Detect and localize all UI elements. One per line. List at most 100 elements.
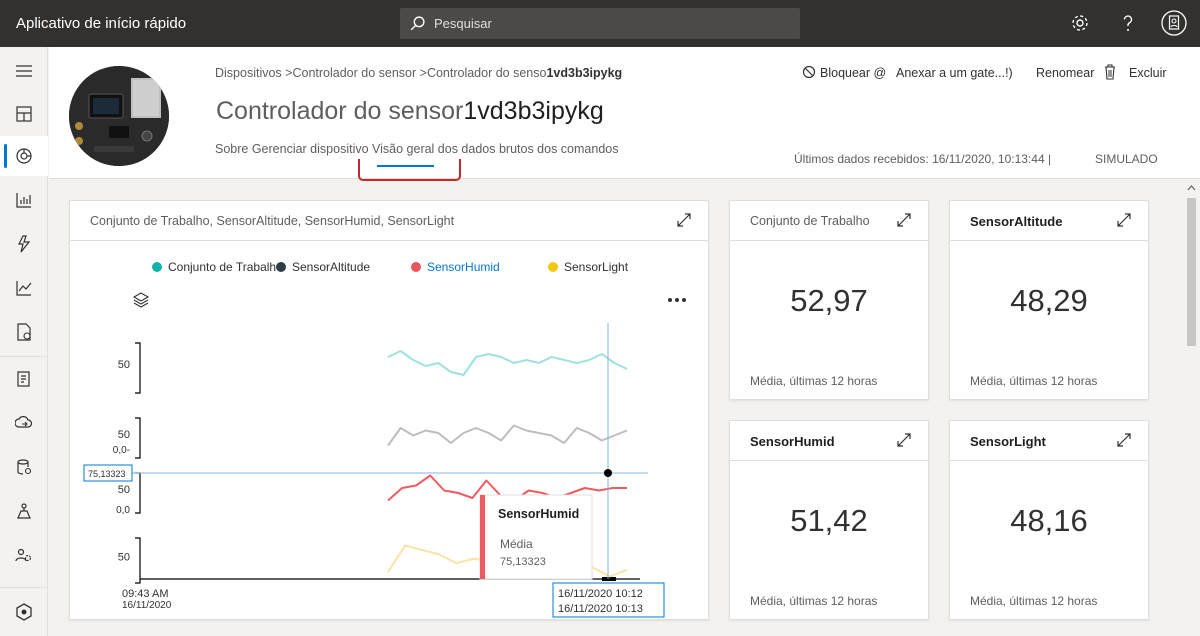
file-upload-icon — [17, 459, 32, 475]
expand-icon[interactable] — [896, 212, 912, 228]
device-groups-icon — [16, 193, 31, 208]
delete-label: Excluir — [1129, 66, 1167, 80]
series-line-0 — [387, 350, 628, 376]
page-title-id: 1vd3b3ipykg — [463, 97, 604, 125]
trash-icon — [1105, 64, 1115, 80]
nav-data-export[interactable] — [0, 403, 48, 443]
expand-icon[interactable] — [1116, 212, 1132, 228]
account-icon[interactable] — [1161, 9, 1187, 37]
nav-device-templates[interactable] — [0, 359, 48, 399]
y-tick-label: 50 — [118, 359, 130, 371]
nav-permissions[interactable] — [0, 491, 48, 531]
layers-icon[interactable] — [132, 291, 150, 309]
nav-iot-central[interactable] — [0, 592, 48, 632]
tooltip-title: SensorHumid — [498, 507, 579, 521]
x-start-date: 16/11/2020 — [122, 600, 172, 611]
kpi-title: SensorHumid — [750, 434, 835, 449]
breadcrumb-device-prefix: Controlador do senso — [426, 66, 547, 80]
search-box[interactable]: Pesquisar — [400, 8, 800, 39]
legend-item-3[interactable]: SensorLight — [548, 260, 628, 274]
menu-toggle[interactable] — [0, 51, 48, 91]
kpi-title: SensorLight — [970, 434, 1046, 449]
kpi-tile-sensor-altitude: SensorAltitude 48,29 Média, últimas 12 h… — [949, 200, 1149, 400]
kpi-tile-working-set: Conjunto de Trabalho 52,97 Média, última… — [729, 200, 929, 400]
nav-administration[interactable] — [0, 535, 48, 575]
nav-file-upload[interactable] — [0, 447, 48, 487]
block-button[interactable]: Bloquear @ — [802, 65, 887, 80]
kpi-subtitle: Média, últimas 12 horas — [750, 594, 878, 608]
delete-button[interactable]: Excluir — [1105, 64, 1167, 80]
nav-devices[interactable] — [0, 136, 48, 176]
device-image — [69, 66, 169, 166]
y-tick-label: 50 — [118, 429, 130, 441]
block-label: Bloquear @ — [820, 66, 887, 80]
time-range-start: 16/11/2020 10:12 — [558, 588, 643, 600]
data-export-icon — [15, 416, 33, 428]
kpi-subtitle: Média, últimas 12 horas — [750, 374, 878, 388]
simulated-badge: SIMULADO — [1095, 152, 1158, 166]
kpi-tile-sensor-humid: SensorHumid 51,42 Média, últimas 12 hora… — [729, 420, 929, 620]
help-icon[interactable] — [1116, 11, 1140, 35]
device-templates-icon — [17, 371, 30, 387]
attach-gateway-button[interactable]: Anexar a um gate...!) — [896, 66, 1013, 80]
kpi-subtitle: Média, últimas 12 horas — [970, 374, 1098, 388]
menu-icon — [16, 65, 32, 77]
legend-item-1[interactable]: SensorAltitude — [276, 260, 370, 274]
y-axis-2 — [135, 472, 141, 514]
y-axis-3 — [135, 537, 141, 584]
breadcrumb-device-id: 1vd3b3ipykg — [546, 66, 623, 80]
search-input[interactable]: Pesquisar — [434, 16, 492, 31]
vertical-scrollbar[interactable] — [1183, 180, 1200, 636]
app-title[interactable]: Aplicativo de início rápido — [16, 15, 186, 32]
expand-icon[interactable] — [896, 432, 912, 448]
nav-jobs[interactable] — [0, 312, 48, 352]
y-tick-label: 0,0- — [113, 445, 130, 456]
scroll-up-icon[interactable] — [1187, 184, 1196, 192]
time-range-end: 16/11/2020 10:13 — [558, 603, 643, 615]
devices-icon — [16, 148, 32, 164]
device-header: Dispositivos >Controlador do sensor >Con… — [49, 47, 1200, 181]
x-axis-brush — [602, 577, 616, 581]
y-tick-label: 50 — [118, 552, 130, 564]
tooltip-value: 75,13323 — [500, 556, 546, 568]
cursor-point — [604, 469, 612, 477]
kpi-value: 48,16 — [1010, 503, 1088, 538]
breadcrumb-template[interactable]: Controlador do sensor > — [292, 66, 426, 80]
administration-icon — [15, 548, 32, 562]
chart-tile: Conjunto de Trabalho, SensorAltitude, Se… — [69, 200, 709, 620]
more-options-icon[interactable] — [667, 297, 687, 303]
y-tick-label: 0,0 — [116, 505, 130, 516]
y-axis-0 — [135, 342, 141, 394]
rules-icon — [18, 235, 31, 253]
rename-button[interactable]: Renomear — [1036, 66, 1094, 80]
cursor-value-label: 75,13323 — [88, 469, 126, 479]
expand-icon[interactable] — [676, 212, 692, 228]
page-title: Controlador do sensor1vd3b3ipykg — [216, 97, 604, 126]
x-start-time: 09:43 AM — [122, 588, 168, 600]
analytics-icon — [16, 281, 32, 296]
legend-item-2[interactable]: SensorHumid — [411, 260, 500, 274]
scrollbar-thumb[interactable] — [1187, 198, 1196, 346]
nav-dashboard[interactable] — [0, 94, 48, 134]
y-tick-label: 50 — [118, 484, 130, 496]
settings-icon[interactable] — [1068, 11, 1092, 35]
top-bar: Aplicativo de início rápido Pesquisar — [0, 0, 1200, 47]
device-tabs[interactable]: Sobre Gerenciar dispositivo Visão geral … — [215, 142, 618, 156]
block-icon — [802, 65, 816, 79]
breadcrumb-devices[interactable]: Dispositivos > — [215, 66, 292, 80]
y-axis-1 — [135, 417, 141, 459]
nav-rules[interactable] — [0, 224, 48, 264]
nav-analytics[interactable] — [0, 268, 48, 308]
nav-device-groups[interactable] — [0, 180, 48, 220]
dashboard-icon — [16, 106, 32, 122]
kpi-value: 52,97 — [790, 283, 868, 318]
line-chart[interactable]: 50 50 50 50 0,0- 0,0 75,13323 SensorHumid Média 7… — [70, 313, 708, 618]
legend-item-0[interactable]: Conjunto de Trabalh — [152, 260, 276, 274]
kpi-subtitle: Média, últimas 12 horas — [970, 594, 1098, 608]
kpi-title: SensorAltitude — [970, 214, 1063, 229]
chart-tile-title: Conjunto de Trabalho, SensorAltitude, Se… — [90, 214, 455, 228]
tab-highlight-annotation — [358, 159, 461, 181]
tooltip-label: Média — [500, 537, 533, 551]
expand-icon[interactable] — [1116, 432, 1132, 448]
tooltip-color-bar — [480, 495, 485, 579]
